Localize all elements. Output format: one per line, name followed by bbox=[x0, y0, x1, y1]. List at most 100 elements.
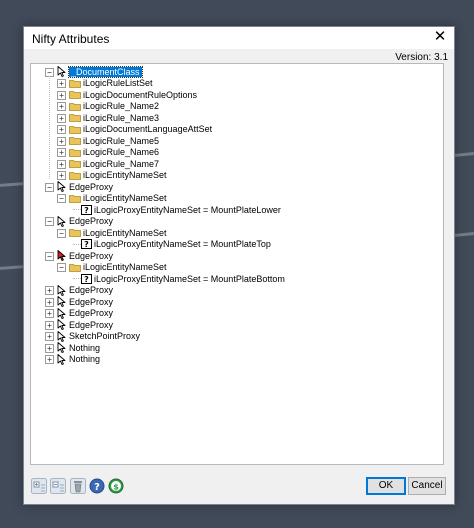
expand-toggle-icon[interactable]: + bbox=[45, 286, 54, 295]
expand-toggle-icon[interactable]: + bbox=[57, 90, 66, 100]
tree-node[interactable]: EdgeProxy bbox=[57, 250, 113, 261]
cursor-icon bbox=[57, 296, 67, 307]
cursor-icon bbox=[57, 181, 67, 192]
tree-node[interactable]: ? iLogicProxyEntityNameSet = MountPlateBo… bbox=[81, 273, 285, 284]
tree-node-label: iLogicEntityNameSet bbox=[83, 262, 167, 272]
cancel-button[interactable]: Cancel bbox=[408, 477, 446, 495]
bottom-bar: ? $ OK Cancel bbox=[24, 472, 454, 504]
collapse-toggle-icon[interactable]: − bbox=[45, 251, 54, 261]
tree-node-label: iLogicRule_Name5 bbox=[83, 135, 160, 146]
tree-node[interactable]: iLogicEntityNameSet bbox=[69, 170, 167, 181]
dialog-title: Nifty Attributes bbox=[32, 32, 110, 46]
tree-node-label: iLogicRule_Name2 bbox=[83, 101, 160, 111]
expand-toggle-icon[interactable]: + bbox=[45, 343, 54, 353]
tree-node-label: EdgeProxy bbox=[69, 308, 114, 318]
tree-node[interactable]: iLogicDocumentRuleOptions bbox=[69, 89, 197, 100]
tree-node[interactable]: ? iLogicProxyEntityNameSet = MountPlateLo… bbox=[81, 204, 281, 215]
tree-node-label: SketchPointProxy bbox=[69, 331, 141, 341]
tree-node-label: EdgeProxy bbox=[69, 319, 114, 330]
folder-icon bbox=[69, 79, 81, 88]
folder-icon bbox=[69, 125, 81, 134]
expand-toggle-icon[interactable]: + bbox=[45, 355, 54, 364]
expand-all-icon[interactable] bbox=[31, 478, 47, 494]
tree-node[interactable]: iLogicEntityNameSet bbox=[69, 193, 167, 204]
tree-connector bbox=[49, 75, 50, 179]
tree-node[interactable]: EdgeProxy bbox=[57, 284, 113, 296]
expand-toggle-icon[interactable]: + bbox=[57, 102, 66, 111]
expand-toggle-icon[interactable]: + bbox=[57, 79, 66, 88]
tree-node[interactable]: iLogicRule_Name3 bbox=[69, 112, 159, 123]
tree-node[interactable]: iLogicEntityNameSet bbox=[69, 227, 167, 238]
folder-icon bbox=[69, 136, 81, 145]
tree-node[interactable]: _DocumentClass bbox=[57, 65, 143, 78]
expand-toggle-icon[interactable]: + bbox=[45, 332, 54, 341]
expand-toggle-icon[interactable]: + bbox=[45, 320, 54, 330]
close-icon[interactable]: ✕ bbox=[432, 29, 448, 45]
background-streak bbox=[0, 265, 25, 270]
tree-node-label: iLogicDocumentRuleOptions bbox=[83, 89, 198, 100]
expand-toggle-icon[interactable]: + bbox=[57, 136, 66, 146]
expand-toggle-icon[interactable]: + bbox=[57, 125, 66, 134]
tree-node-label: Nothing bbox=[69, 342, 101, 353]
cursor-icon bbox=[57, 307, 67, 319]
collapse-toggle-icon[interactable]: − bbox=[57, 263, 66, 272]
help-icon[interactable]: ? bbox=[89, 478, 105, 494]
background-streak bbox=[0, 182, 25, 187]
expand-toggle-icon[interactable]: + bbox=[57, 171, 66, 180]
donate-icon[interactable]: $ bbox=[108, 478, 124, 494]
tree-node[interactable]: EdgeProxy bbox=[57, 319, 113, 330]
background-streak bbox=[453, 231, 474, 238]
version-label: Version: 3.1 bbox=[395, 52, 448, 63]
collapse-toggle-icon[interactable]: − bbox=[45, 217, 54, 226]
folder-icon bbox=[69, 148, 81, 157]
collapse-toggle-icon[interactable]: − bbox=[57, 228, 66, 238]
cursor-red-icon bbox=[57, 250, 67, 261]
cursor-icon bbox=[57, 66, 67, 77]
tree-node[interactable]: iLogicRule_Name5 bbox=[69, 135, 159, 146]
dialog-client: Version: 3.1 − _DocumentClass + iLogicRuleL… bbox=[24, 49, 454, 504]
tree-node-label: Nothing bbox=[69, 354, 101, 364]
folder-icon bbox=[69, 171, 81, 180]
tree-node-label: iLogicEntityNameSet bbox=[83, 170, 167, 180]
tree-node-label: iLogicProxyEntityNameSet = MountPlateTop bbox=[94, 239, 271, 249]
tree-node[interactable]: iLogicEntityNameSet bbox=[69, 262, 167, 273]
background-streak bbox=[453, 151, 474, 158]
expand-toggle-icon[interactable]: + bbox=[45, 297, 54, 307]
tree-node[interactable]: EdgeProxy bbox=[57, 181, 113, 192]
expand-toggle-icon[interactable]: + bbox=[57, 113, 66, 123]
title-bar[interactable]: Nifty Attributes ✕ bbox=[24, 27, 454, 49]
tree-node-label: iLogicProxyEntityNameSet = MountPlateBot… bbox=[94, 273, 285, 284]
tree-node[interactable]: ? iLogicProxyEntityNameSet = MountPlateTo… bbox=[81, 239, 271, 250]
svg-text:?: ? bbox=[94, 482, 100, 493]
tree-node[interactable]: EdgeProxy bbox=[57, 296, 113, 307]
tree-node-label: iLogicDocumentLanguageAttSet bbox=[83, 124, 213, 134]
tree-node[interactable]: Nothing bbox=[57, 342, 100, 353]
tree-node[interactable]: iLogicRule_Name2 bbox=[69, 101, 159, 112]
tree-node-label: EdgeProxy bbox=[69, 250, 114, 261]
tree-node-label: iLogicRule_Name3 bbox=[83, 112, 160, 123]
delete-icon[interactable] bbox=[70, 478, 86, 494]
expand-toggle-icon[interactable]: + bbox=[57, 148, 66, 157]
collapse-all-icon[interactable] bbox=[50, 478, 66, 494]
folder-icon bbox=[69, 228, 81, 237]
tree-node[interactable]: Nothing bbox=[57, 353, 101, 365]
cursor-icon bbox=[57, 319, 67, 330]
svg-text:$: $ bbox=[113, 483, 119, 492]
collapse-toggle-icon[interactable]: − bbox=[57, 194, 66, 203]
cursor-icon bbox=[57, 342, 67, 353]
tree-node[interactable]: EdgeProxy bbox=[57, 307, 114, 319]
svg-text:?: ? bbox=[84, 275, 89, 284]
tree-node[interactable]: SketchPointProxy bbox=[57, 330, 141, 342]
tree-node[interactable]: iLogicRule_Name7 bbox=[69, 158, 159, 169]
ok-button[interactable]: OK bbox=[366, 477, 406, 495]
expand-toggle-icon[interactable]: + bbox=[45, 309, 54, 318]
tree-node[interactable]: iLogicRule_Name6 bbox=[69, 147, 159, 158]
expand-toggle-icon[interactable]: + bbox=[57, 159, 66, 169]
attribute-tree[interactable]: − _DocumentClass + iLogicRuleListSet + iLogic… bbox=[30, 63, 444, 465]
tree-node[interactable]: EdgeProxy bbox=[57, 215, 113, 227]
svg-text:?: ? bbox=[84, 240, 89, 249]
tree-node[interactable]: iLogicDocumentLanguageAttSet bbox=[69, 124, 212, 135]
question-icon: ? bbox=[81, 273, 92, 284]
tree-node[interactable]: iLogicRuleListSet bbox=[69, 78, 153, 89]
collapse-toggle-icon[interactable]: − bbox=[45, 182, 54, 192]
